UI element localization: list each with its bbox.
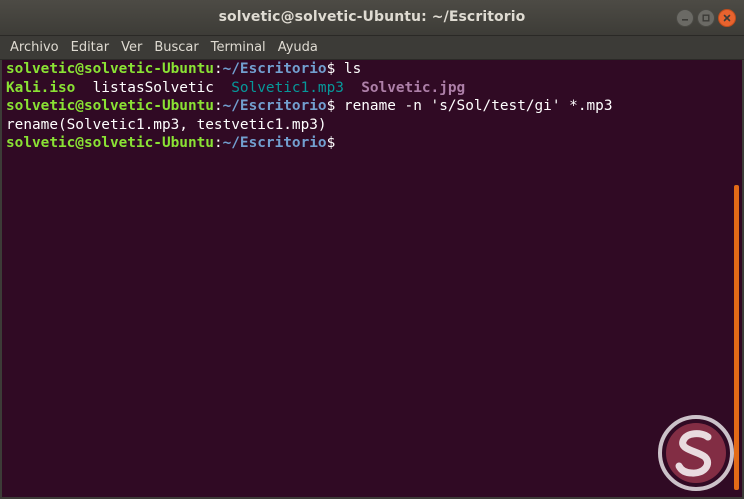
- file-solvetic1-mp3: Solvetic1.mp3: [231, 79, 344, 96]
- command-text: rename -n 's/Sol/test/gi' *.mp3: [335, 98, 613, 114]
- prompt-path: ~/Escritorio: [222, 61, 327, 77]
- window-title: solvetic@solvetic-Ubuntu: ~/Escritorio: [218, 9, 526, 25]
- prompt-user: solvetic@solvetic-Ubuntu: [6, 98, 214, 114]
- terminal-line: Kali.iso listasSolvetic Solvetic1.mp3 So…: [6, 79, 732, 98]
- prompt-path: ~/Escritorio: [222, 98, 327, 114]
- minimize-button[interactable]: [676, 9, 694, 27]
- menu-buscar[interactable]: Buscar: [148, 36, 204, 60]
- solvetic-logo-icon: [658, 415, 734, 491]
- file-solvetic-jpg: Solvetic.jpg: [361, 79, 466, 96]
- prompt-user: solvetic@solvetic-Ubuntu: [6, 61, 214, 77]
- terminal-line: solvetic@solvetic-Ubuntu:~/Escritorio$: [6, 134, 732, 153]
- terminal-line: rename(Solvetic1.mp3, testvetic1.mp3): [6, 116, 732, 135]
- menu-bar: Archivo Editar Ver Buscar Terminal Ayuda: [0, 36, 744, 60]
- prompt-dollar: $: [326, 98, 336, 114]
- prompt-separator: :: [213, 98, 223, 114]
- menu-ayuda[interactable]: Ayuda: [272, 36, 324, 60]
- command-text: ls: [335, 61, 362, 77]
- close-button[interactable]: [718, 9, 736, 27]
- terminal-line: solvetic@solvetic-Ubuntu:~/Escritorio$ r…: [6, 97, 732, 116]
- prompt-dollar: $: [326, 135, 336, 151]
- prompt-separator: :: [213, 61, 223, 77]
- prompt-separator: :: [213, 135, 223, 151]
- file-kali-iso: Kali.iso: [6, 79, 76, 96]
- terminal-line: solvetic@solvetic-Ubuntu:~/Escritorio$ l…: [6, 60, 732, 79]
- menu-archivo[interactable]: Archivo: [4, 36, 65, 60]
- menu-ver[interactable]: Ver: [115, 36, 148, 60]
- file-listas-solvetic: listasSolvetic: [92, 79, 214, 96]
- prompt-dollar: $: [326, 61, 336, 77]
- title-bar[interactable]: solvetic@solvetic-Ubuntu: ~/Escritorio: [0, 0, 744, 36]
- minimize-icon: [682, 19, 688, 21]
- close-icon: [723, 14, 731, 22]
- prompt-path: ~/Escritorio: [222, 135, 327, 151]
- maximize-button[interactable]: [697, 9, 715, 27]
- menu-editar[interactable]: Editar: [65, 36, 116, 60]
- command-output: rename(Solvetic1.mp3, testvetic1.mp3): [6, 116, 327, 133]
- maximize-icon: [702, 14, 710, 22]
- terminal-output-area[interactable]: solvetic@solvetic-Ubuntu:~/Escritorio$ l…: [4, 60, 732, 495]
- window-frame-left: [0, 60, 2, 499]
- prompt-user: solvetic@solvetic-Ubuntu: [6, 135, 214, 151]
- terminal-window: solvetic@solvetic-Ubuntu: ~/Escritorio A…: [0, 0, 744, 499]
- menu-terminal[interactable]: Terminal: [205, 36, 272, 60]
